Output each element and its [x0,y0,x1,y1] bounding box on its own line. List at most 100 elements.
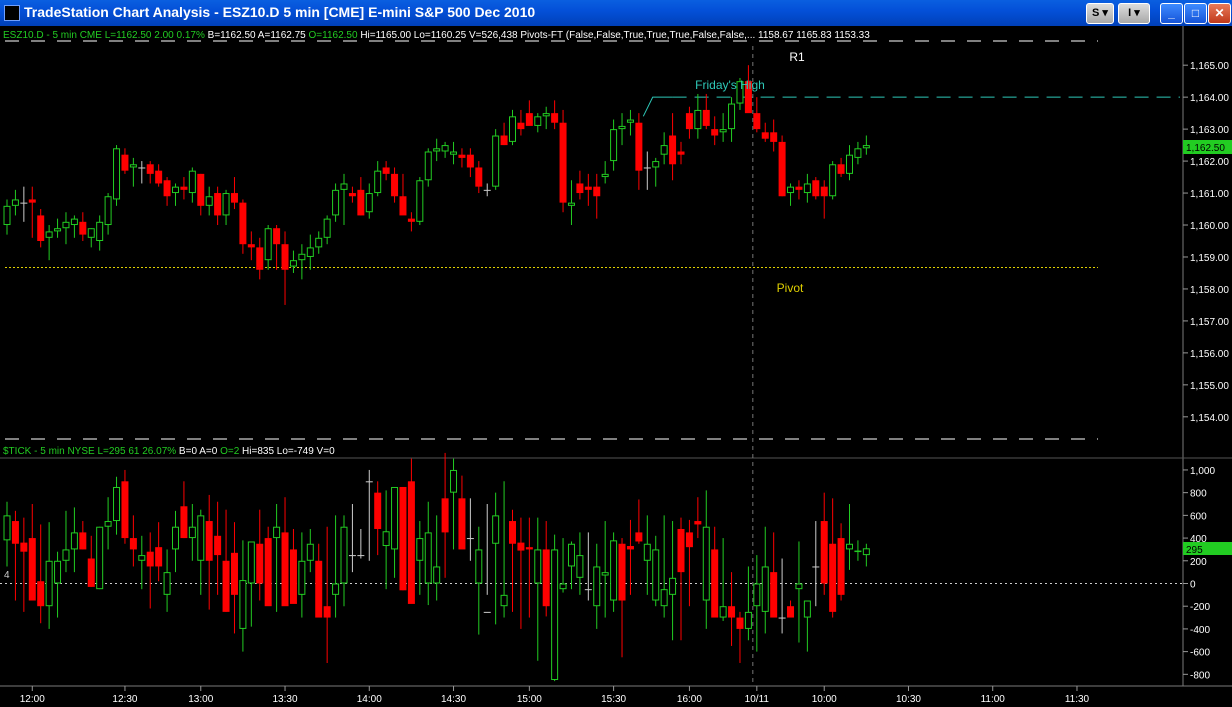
friday-high-label: Friday's High [695,78,765,92]
price-tick-label: 1,162.00 [1190,157,1229,168]
tick-candle-body [854,550,862,553]
tick-status-text-segment: B=0 A=0 [176,446,218,457]
price-candle-body [54,228,62,232]
price-candle-body [138,167,146,169]
time-label: 10:30 [896,694,921,705]
tick-candle-body [820,521,828,584]
tick-axis-label: 200 [1190,557,1207,568]
tick-candle-body [787,606,795,618]
price-candle-body [298,253,306,261]
tick-candle-body [643,543,651,561]
price-tick-label: 1,160.00 [1190,221,1229,232]
tick-candle-body [138,555,146,561]
tick-candle-body [222,560,230,612]
tick-candle-body [736,617,744,629]
price-candle-body [416,180,424,222]
tick-candle-body [584,589,592,591]
tick-candle-body [466,538,474,540]
price-candle-body [357,189,365,216]
tick-candle-body [155,547,163,567]
window-title: TradeStation Chart Analysis - ESZ10.D 5 … [24,4,536,20]
tick-candle-body [635,532,643,542]
tick-candle-body [96,526,104,590]
price-candle-body [677,151,685,155]
tick-candle-body [281,532,289,607]
price-candle-body [424,151,432,181]
price-candle-body [382,167,390,174]
chart-area[interactable]: ESZ10.D - 5 min CME L=1162.50 2.00 0.17%… [0,26,1232,707]
tick-candle-body [332,583,340,595]
price-candle-body [458,154,466,158]
tick-candle-body [517,542,525,551]
price-candle-body [197,173,205,206]
price-candle-body [247,244,255,248]
price-candle-body [483,189,491,191]
symbol-link-button[interactable]: S ▾ [1086,3,1114,24]
window-titlebar[interactable]: TradeStation Chart Analysis - ESZ10.D 5 … [0,0,1232,26]
tick-status-line: $TICK - 5 min NYSE L=295 61 26.07% B=0 A… [3,446,335,457]
tick-axis-label: 1,000 [1190,466,1215,477]
price-candle-body [306,247,314,257]
price-candle-body [660,145,668,155]
tick-candle-body [79,532,87,550]
tick-candle-body [492,515,500,544]
price-candle-body [509,116,516,142]
tick-candle-body [54,560,62,584]
chart-background [0,26,1232,707]
price-candle-body [820,186,828,197]
tick-axis-label: -400 [1190,625,1210,636]
tick-candle-body [315,560,323,618]
time-label: 16:00 [677,694,702,705]
price-tick-label: 1,156.00 [1190,349,1229,360]
price-candle-body [264,228,272,261]
minimize-button[interactable]: _ [1160,3,1183,24]
time-label: 15:30 [601,694,626,705]
tick-candle-body [753,583,761,607]
price-tick-label: 1,159.00 [1190,253,1229,264]
price-candle-body [180,186,188,190]
price-candle-body [652,161,660,168]
tick-candle-body [719,606,727,618]
tick-candle-body [424,532,432,584]
tick-status-text-segment: Hi=835 Lo=-749 V=0 [239,446,335,457]
tick-candle-body [180,506,188,539]
tick-candle-body [601,572,609,576]
info-button[interactable]: I ▾ [1118,3,1150,24]
price-candle-body [332,189,340,216]
tick-candle-body [551,549,559,680]
price-candle-body [475,167,483,187]
price-candle-body [753,113,761,130]
chart-svg[interactable]: ESZ10.D - 5 min CME L=1162.50 2.00 0.17%… [0,26,1232,707]
time-label: 10/11 [745,694,770,705]
tick-candle-body [28,538,36,601]
maximize-button[interactable]: □ [1184,3,1207,24]
price-candle-body [525,113,533,126]
tick-candle-body [694,521,702,525]
tick-candle-body [567,543,575,567]
tick-candle-body [685,532,693,548]
price-tick-label: 1,165.00 [1190,61,1229,72]
tick-candle-body [104,521,112,527]
tick-candle-body [812,566,820,568]
tick-candle-body [652,549,660,601]
price-candle-body [711,129,719,136]
price-candle-body [702,109,710,126]
tick-candle-body [70,532,78,550]
price-candle-body [601,173,609,178]
price-candle-body [374,170,382,194]
price-candle-body [96,221,104,241]
tick-candle-body [62,549,70,561]
tick-candle-body [172,526,179,550]
tick-candle-body [770,572,778,618]
price-candle-body [146,164,154,174]
price-candle-body [391,173,399,197]
close-button[interactable]: ✕ [1208,3,1231,24]
tick-candle-body [576,555,584,578]
time-label: 12:30 [112,694,137,705]
price-tick-label: 1,164.00 [1190,93,1229,104]
price-candle-body [407,218,415,222]
price-candle-body [770,132,778,142]
price-candle-body [829,164,837,197]
info-label: I [1128,7,1132,19]
tick-candle-body [273,526,281,539]
